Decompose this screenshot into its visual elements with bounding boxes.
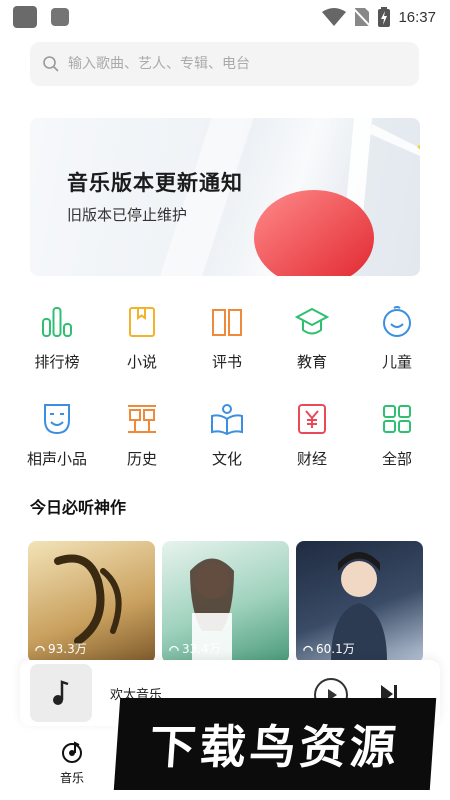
category-all[interactable]: 全部 xyxy=(362,402,432,482)
category-culture[interactable]: 文化 xyxy=(192,402,262,482)
search-input[interactable] xyxy=(68,42,408,86)
section-title: 今日必听神作 xyxy=(30,498,127,517)
category-comedy[interactable]: 相声小品 xyxy=(22,402,92,482)
category-label: 排行榜 xyxy=(34,353,80,371)
notification-app-icon xyxy=(13,6,37,28)
category-history[interactable]: 历史 xyxy=(107,402,177,482)
headphones-icon xyxy=(35,645,45,651)
finance-yen-icon xyxy=(298,404,326,434)
battery-charging-icon xyxy=(378,7,391,27)
category-label: 教育 xyxy=(296,353,327,371)
update-notice-banner[interactable]: 音乐版本更新通知 旧版本已停止维护 xyxy=(30,118,420,276)
category-children[interactable]: 儿童 xyxy=(362,305,432,385)
headphones-icon xyxy=(169,645,179,651)
music-note-graphic xyxy=(254,118,420,276)
ranking-icon xyxy=(42,307,72,337)
wifi-icon xyxy=(322,8,347,26)
category-novel[interactable]: 小说 xyxy=(107,305,177,385)
status-bar: 16:37 xyxy=(0,0,450,34)
novel-icon xyxy=(129,307,155,337)
nav-label: 音乐 xyxy=(59,771,84,785)
culture-reading-icon xyxy=(211,404,243,436)
play-count: 33.4万 xyxy=(169,640,221,657)
play-count: 60.1万 xyxy=(303,640,355,657)
category-label: 文化 xyxy=(211,450,242,468)
album-card[interactable]: 33.4万 xyxy=(162,541,289,663)
category-label: 小说 xyxy=(126,353,157,371)
category-label: 历史 xyxy=(126,450,157,468)
status-time: 16:37 xyxy=(398,8,436,26)
banner-subtitle: 旧版本已停止维护 xyxy=(67,206,188,224)
category-label: 全部 xyxy=(381,450,412,468)
search-icon xyxy=(43,56,59,72)
children-face-icon xyxy=(383,306,411,337)
search-bar[interactable] xyxy=(30,42,419,86)
banner-title: 音乐版本更新通知 xyxy=(67,171,243,195)
category-label: 相声小品 xyxy=(26,450,87,468)
notification-app-icon xyxy=(51,8,69,26)
category-label: 财经 xyxy=(296,450,327,468)
category-ranking[interactable]: 排行榜 xyxy=(22,305,92,385)
category-storytelling[interactable]: 评书 xyxy=(192,305,262,385)
comedy-mask-icon xyxy=(44,404,70,435)
category-label: 儿童 xyxy=(381,353,412,371)
category-label: 评书 xyxy=(211,353,242,371)
watermark-overlay: 下载鸟资源 xyxy=(113,698,437,790)
music-disc-icon xyxy=(62,741,82,763)
album-card[interactable]: 93.3万 xyxy=(28,541,155,663)
nav-tab-music[interactable]: 音乐 xyxy=(44,736,100,792)
grid-all-icon xyxy=(383,405,411,433)
music-note-icon xyxy=(53,680,69,705)
category-education[interactable]: 教育 xyxy=(277,305,347,385)
headphones-icon xyxy=(303,645,313,651)
play-count: 93.3万 xyxy=(35,640,87,657)
graduation-cap-icon xyxy=(295,307,329,335)
no-sim-icon xyxy=(354,8,371,27)
album-card[interactable]: 60.1万 xyxy=(296,541,423,663)
category-finance[interactable]: 财经 xyxy=(277,402,347,482)
history-icon xyxy=(128,405,156,433)
player-cover[interactable] xyxy=(30,664,92,722)
storytelling-book-icon xyxy=(212,309,242,336)
